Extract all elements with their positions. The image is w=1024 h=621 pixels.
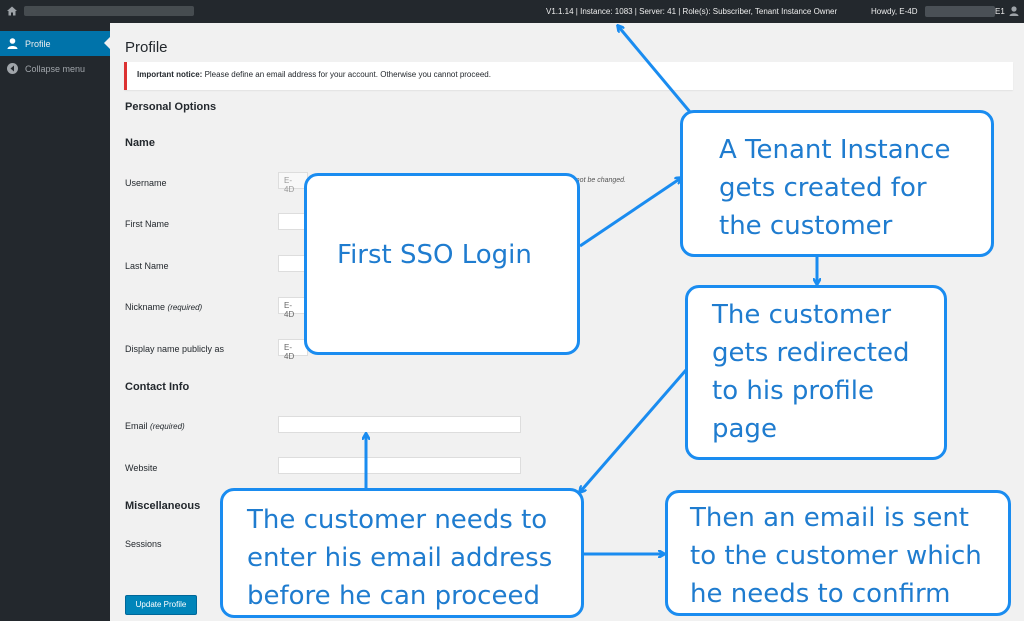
email-field[interactable] <box>278 416 521 433</box>
callout-email-sent: Then an email is sent to the customer wh… <box>665 490 1011 616</box>
website-field[interactable] <box>278 457 521 474</box>
callout-line: A Tenant Instance <box>719 135 951 165</box>
callout-line: gets redirected <box>712 338 910 368</box>
callout-line: the customer <box>719 211 893 241</box>
website-label: Website <box>125 463 158 473</box>
sidebar-item-label: Profile <box>25 39 51 49</box>
important-notice: Important notice: Please define an email… <box>124 62 1013 90</box>
section-name: Name <box>125 137 155 149</box>
first-name-label: First Name <box>125 219 170 229</box>
user-icon <box>7 38 18 49</box>
callout-enter-email: The customer needs to enter his email ad… <box>220 488 584 618</box>
notice-strong: Important notice: <box>137 70 203 79</box>
nickname-label: Nickname (required) <box>125 302 202 312</box>
callout-first-sso-login: First SSO Login <box>304 173 580 355</box>
nickname-required: (required) <box>167 303 203 312</box>
email-required: (required) <box>150 422 185 431</box>
callout-line: before he can proceed <box>247 581 540 611</box>
sidebar: Profile Collapse menu <box>0 23 110 621</box>
last-name-label: Last Name <box>125 261 169 271</box>
instance-info: V1.1.14 | Instance: 1083 | Server: 41 | … <box>546 7 838 16</box>
sidebar-item-label: Collapse menu <box>25 64 86 74</box>
callout-line: Then an email is sent <box>690 503 969 533</box>
section-miscellaneous: Miscellaneous <box>125 500 201 512</box>
sessions-label: Sessions <box>125 539 162 549</box>
page-title: Profile <box>125 39 168 56</box>
howdy-text[interactable]: Howdy, E-4D <box>871 7 918 16</box>
callout-line: The customer <box>712 300 892 330</box>
notice-text: Please define an email address for your … <box>202 70 491 79</box>
callout-line: to his profile <box>712 376 875 406</box>
username-blurred <box>925 6 995 17</box>
sidebar-item-profile[interactable]: Profile <box>0 31 110 56</box>
callout-line: gets created for <box>719 173 927 203</box>
sidebar-item-collapse[interactable]: Collapse menu <box>0 56 110 81</box>
admin-bar: V1.1.14 | Instance: 1083 | Server: 41 | … <box>0 0 1024 23</box>
username-label: Username <box>125 178 167 188</box>
callout-line: page <box>712 414 777 444</box>
callout-line: enter his email address <box>247 543 553 573</box>
callout-line: The customer needs to <box>247 505 548 535</box>
user-avatar-icon[interactable] <box>1008 5 1020 17</box>
display-name-label: Display name publicly as <box>125 344 225 354</box>
email-text: Email <box>125 421 148 431</box>
section-contact-info: Contact Info <box>125 381 190 393</box>
user-suffix: E1 <box>995 7 1005 16</box>
callout-text: First SSO Login <box>337 240 532 270</box>
callout-line: to the customer which <box>690 541 982 571</box>
callout-redirect-profile: The customer gets redirected to his prof… <box>685 285 947 460</box>
nickname-text: Nickname <box>125 302 166 312</box>
home-icon[interactable] <box>6 5 18 17</box>
howdy-label: Howdy, E-4D <box>871 7 918 16</box>
collapse-icon <box>7 63 18 74</box>
section-personal-options: Personal Options <box>125 101 217 113</box>
update-profile-button[interactable]: Update Profile <box>125 595 197 615</box>
callout-line: he needs to confirm <box>690 579 951 609</box>
callout-tenant-instance: A Tenant Instance gets created for the c… <box>680 110 994 257</box>
site-name-blurred[interactable] <box>24 6 194 16</box>
email-label: Email (required) <box>125 421 185 431</box>
